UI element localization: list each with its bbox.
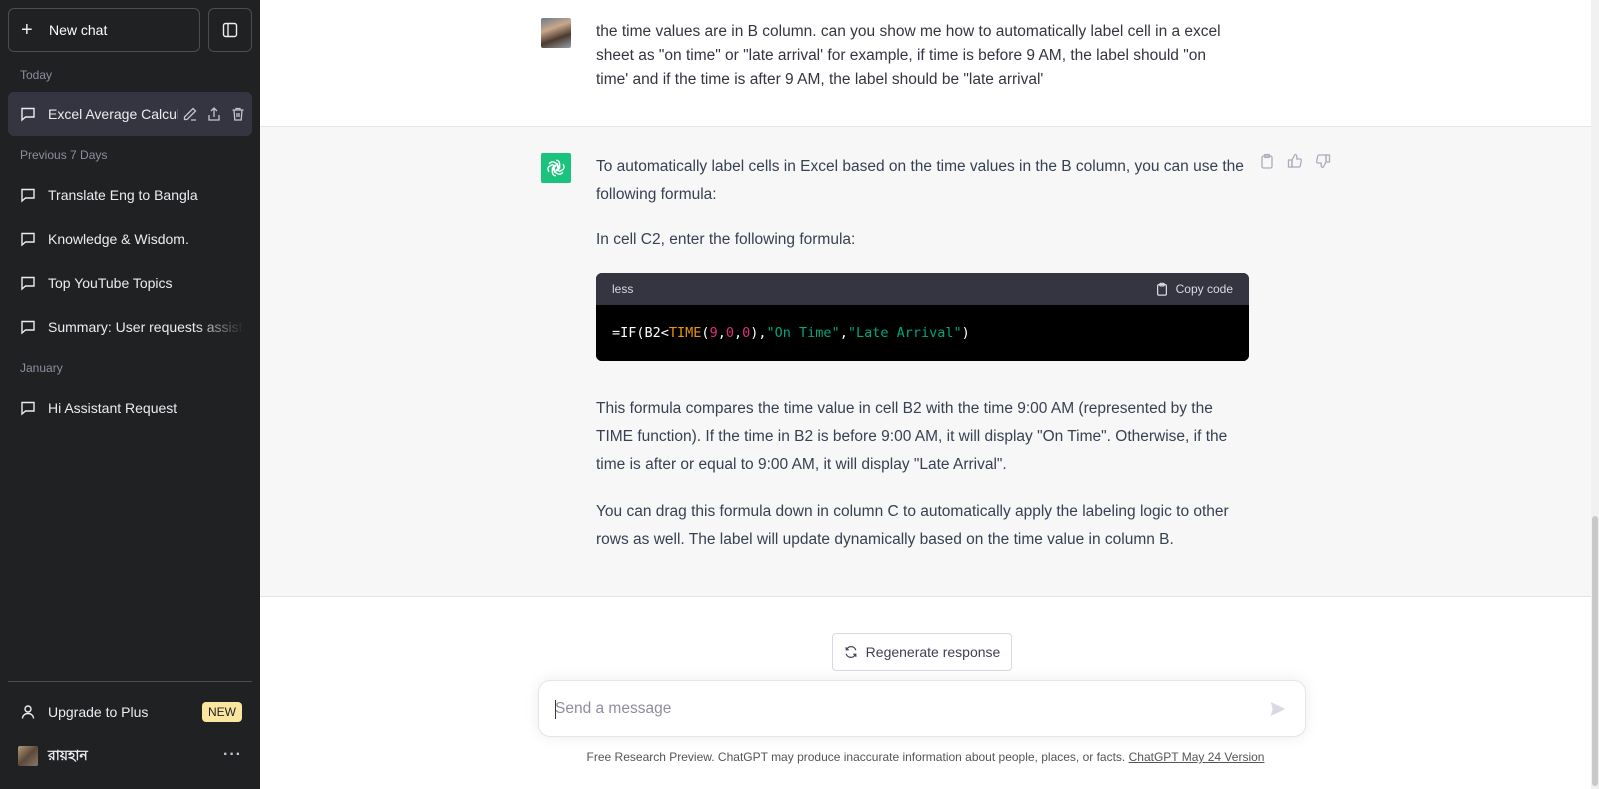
sidebar-item-label: Top YouTube Topics bbox=[48, 275, 173, 291]
chat-bubble-icon bbox=[21, 232, 35, 247]
code-block-header: less Copy code bbox=[596, 273, 1249, 305]
upgrade-to-plus-button[interactable]: Upgrade to Plus NEW bbox=[8, 690, 252, 734]
footer-disclaimer: Free Research Preview. ChatGPT may produ… bbox=[260, 750, 1591, 764]
sidebar-item-youtube[interactable]: Top YouTube Topics bbox=[8, 261, 252, 305]
copy-code-label: Copy code bbox=[1175, 282, 1233, 296]
assistant-paragraph: This formula compares the time value in … bbox=[596, 400, 1228, 473]
plus-icon: + bbox=[21, 19, 33, 41]
code-token: "On Time" bbox=[766, 325, 840, 341]
sidebar-item-label: Translate Eng to Bangla bbox=[48, 187, 198, 203]
code-token: =IF(B2< bbox=[612, 325, 669, 341]
sidebar: + New chat Today Excel Average Calcul Pr… bbox=[0, 0, 260, 789]
code-token: 0 bbox=[742, 325, 751, 341]
sidebar-panel-icon bbox=[222, 22, 238, 38]
thumbs-down-icon[interactable] bbox=[1315, 153, 1331, 169]
section-label-january: January bbox=[20, 361, 63, 375]
profile-name: রায়হান bbox=[48, 747, 88, 763]
section-label-today: Today bbox=[20, 68, 53, 82]
edit-pencil-icon[interactable] bbox=[182, 106, 198, 122]
sidebar-item-translate[interactable]: Translate Eng to Bangla bbox=[8, 173, 252, 217]
message-composer bbox=[538, 680, 1306, 737]
code-block: less Copy code =IF(B2< TIME(9, 0, 0), "On Ti… bbox=[596, 273, 1249, 361]
share-icon[interactable] bbox=[206, 106, 222, 122]
user-message-row: the time values are in B column. can you… bbox=[260, 0, 1591, 127]
chat-bubble-icon bbox=[21, 276, 35, 291]
assistant-paragraph: You can drag this formula down in column… bbox=[596, 503, 1229, 548]
code-token: 9 bbox=[709, 325, 718, 341]
clipboard-icon bbox=[1156, 282, 1167, 296]
text-caret bbox=[555, 700, 556, 719]
user-avatar bbox=[541, 18, 571, 48]
trash-icon[interactable] bbox=[230, 106, 246, 122]
chatgpt-logo-icon bbox=[541, 153, 571, 183]
code-token: TIME bbox=[668, 325, 702, 341]
sidebar-item-active-conversation[interactable]: Excel Average Calcul bbox=[8, 92, 252, 136]
copy-code-button[interactable]: Copy code bbox=[1155, 275, 1233, 303]
assistant-message-body: To automatically label cells in Excel ba… bbox=[596, 153, 1249, 574]
user-icon bbox=[21, 705, 35, 719]
assistant-paragraph: In cell C2, enter the following formula: bbox=[596, 231, 856, 248]
copy-message-icon[interactable] bbox=[1259, 153, 1275, 169]
chat-bubble-icon bbox=[21, 401, 35, 416]
message-feedback-actions bbox=[1259, 153, 1331, 169]
sidebar-item-knowledge[interactable]: Knowledge & Wisdom. bbox=[8, 217, 252, 261]
chat-main: the time values are in B column. can you… bbox=[260, 0, 1599, 789]
code-token: 0 bbox=[725, 325, 734, 341]
code-token: , bbox=[717, 325, 726, 341]
avatar bbox=[18, 746, 38, 766]
code-token: ( bbox=[701, 325, 710, 341]
sidebar-top-row: + New chat bbox=[8, 8, 252, 52]
thumbs-up-icon[interactable] bbox=[1287, 153, 1303, 169]
more-options-icon[interactable]: ··· bbox=[223, 746, 242, 764]
code-content: =IF(B2< TIME(9, 0, 0), "On Time", "Late Arriv… bbox=[596, 305, 1249, 361]
code-language-label: less bbox=[612, 282, 634, 296]
upgrade-label: Upgrade to Plus bbox=[48, 704, 149, 720]
new-chat-button[interactable]: + New chat bbox=[8, 8, 200, 52]
assistant-message-row: To automatically label cells in Excel ba… bbox=[260, 127, 1591, 597]
regenerate-response-button[interactable]: Regenerate response bbox=[832, 633, 1012, 671]
section-label-previous-7-days: Previous 7 Days bbox=[20, 148, 108, 162]
new-chat-label: New chat bbox=[49, 22, 108, 38]
sidebar-item-label: Summary: User requests assist bbox=[48, 319, 243, 335]
sidebar-item-summary[interactable]: Summary: User requests assist bbox=[8, 305, 252, 349]
new-badge: NEW bbox=[202, 702, 242, 722]
version-link[interactable]: ChatGPT May 24 Version bbox=[1129, 750, 1265, 764]
toggle-sidebar-button[interactable] bbox=[208, 8, 252, 52]
sidebar-item-label: Knowledge & Wisdom. bbox=[48, 231, 189, 247]
sidebar-item-hi-assistant[interactable]: Hi Assistant Request bbox=[8, 386, 252, 430]
code-token: "Late Arrival" bbox=[847, 325, 962, 341]
scrollbar-thumb[interactable] bbox=[1592, 516, 1598, 786]
message-input[interactable] bbox=[555, 695, 1235, 723]
sidebar-item-label: Excel Average Calcul bbox=[48, 106, 178, 122]
code-token: , bbox=[839, 325, 848, 341]
footer-text: Free Research Preview. ChatGPT may produ… bbox=[586, 750, 1129, 764]
code-token: ), bbox=[750, 325, 767, 341]
regenerate-label: Regenerate response bbox=[865, 644, 1001, 660]
refresh-icon bbox=[845, 646, 857, 658]
sidebar-footer: Upgrade to Plus NEW রায়হান ··· bbox=[8, 681, 252, 789]
sidebar-item-label: Hi Assistant Request bbox=[48, 400, 178, 416]
scrollbar-track bbox=[1591, 0, 1599, 789]
chat-bubble-icon bbox=[21, 188, 35, 203]
send-icon[interactable] bbox=[1269, 700, 1287, 718]
conversation-actions bbox=[182, 106, 246, 122]
chat-bubble-icon bbox=[21, 107, 35, 122]
assistant-paragraph: To automatically label cells in Excel ba… bbox=[596, 158, 1244, 203]
user-message-text: the time values are in B column. can you… bbox=[596, 23, 1221, 88]
profile-button[interactable]: রায়হান ··· bbox=[8, 734, 252, 778]
code-token: , bbox=[733, 325, 743, 341]
code-token: ) bbox=[961, 325, 970, 341]
chat-bubble-icon bbox=[21, 320, 35, 335]
